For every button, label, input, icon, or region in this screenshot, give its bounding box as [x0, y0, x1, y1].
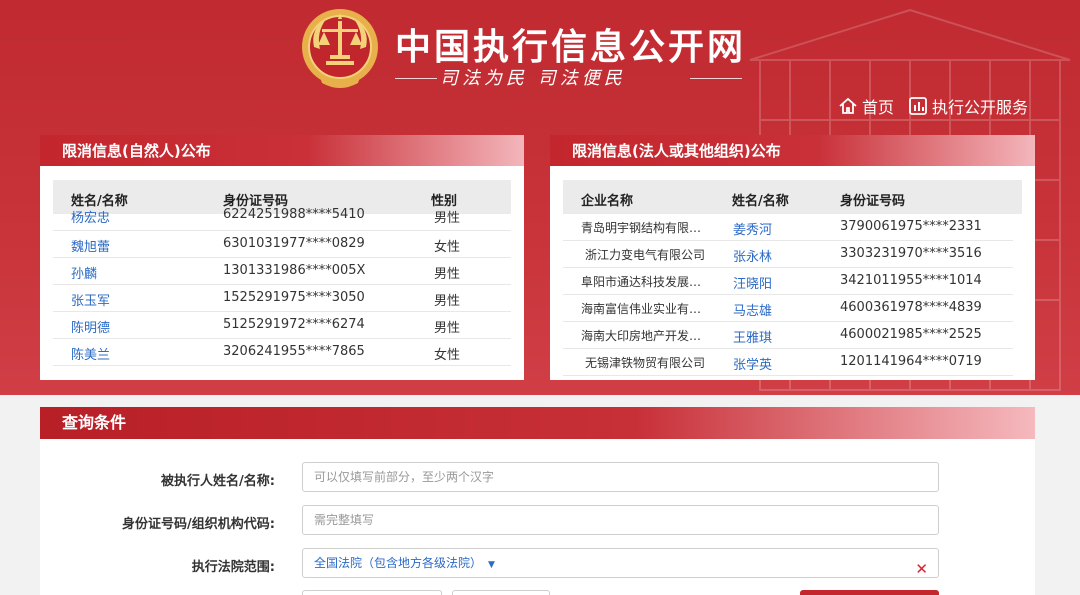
nav-home-label: 首页 [861, 98, 894, 117]
id-input[interactable]: 需完整填写 [302, 505, 939, 535]
id-number: 1301331986****005X [223, 263, 366, 278]
name-field-label: 被执行人姓名/名称: [161, 474, 275, 489]
panel-person-restriction: 限消信息(自然人)公布 姓名/名称 身份证号码 性别 杨宏忠 6224251988… [40, 135, 524, 380]
court-select[interactable]: 全国法院（包含地方各级法院） ▼ ✕ [302, 548, 939, 578]
court-emblem-icon [302, 9, 378, 88]
company-name: 海南大印房地产开发… [581, 329, 702, 343]
column-header: 身份证号码 [840, 194, 906, 209]
query-section-title: 查询条件 [40, 407, 1035, 439]
person-name-link[interactable]: 孙麟 [71, 263, 97, 282]
table-body: 杨宏忠 6224251988****5410 男性 魏旭蕾 6301031977****… [53, 207, 511, 366]
panel-title: 限消信息(自然人)公布 [40, 135, 524, 166]
table-row[interactable]: 青岛明宇钢结构有限… 姜秀河 3790061975****2331 [563, 214, 1013, 241]
company-name: 阜阳市通达科技发展… [581, 275, 702, 289]
next-button-edge [800, 590, 939, 595]
slogan: 司法为民 司法便民 [440, 68, 626, 89]
id-number: 4600361978****4839 [840, 300, 982, 315]
gender: 男性 [434, 211, 461, 226]
person-name-link[interactable]: 陈明德 [71, 317, 110, 336]
id-number: 3790061975****2331 [840, 219, 982, 234]
company-name: 无锡津铁物贸有限公司 [585, 356, 706, 370]
person-name-link[interactable]: 张玉军 [71, 290, 110, 309]
name-input[interactable]: 可以仅填写前部分，至少两个汉字 [302, 462, 939, 492]
person-name-link[interactable]: 张学英 [733, 354, 772, 373]
clear-icon[interactable]: ✕ [915, 555, 928, 583]
table-row[interactable]: 魏旭蕾 6301031977****0829 女性 [53, 231, 511, 258]
slogan-divider [690, 78, 742, 79]
next-field-edge [302, 590, 442, 595]
table-row[interactable]: 海南富信伟业实业有… 马志雄 4600361978****4839 [563, 295, 1013, 322]
table-row[interactable]: 张玉军 1525291975****3050 男性 [53, 285, 511, 312]
id-number: 3206241955****7865 [223, 344, 365, 359]
table-body: 青岛明宇钢结构有限… 姜秀河 3790061975****2331 浙江力变电气有限公… [563, 214, 1013, 376]
query-form: 被执行人姓名/名称: 可以仅填写前部分，至少两个汉字 身份证号码/组织机构代码:… [40, 439, 1035, 595]
company-name: 海南富信伟业实业有… [581, 302, 702, 316]
gender: 男性 [434, 267, 461, 282]
person-name-link[interactable]: 陈美兰 [71, 344, 110, 363]
company-name: 青岛明宇钢结构有限… [581, 221, 702, 235]
column-header: 企业名称 [581, 194, 634, 209]
gender: 男性 [434, 321, 461, 336]
person-name-link[interactable]: 汪晓阳 [733, 273, 772, 292]
person-name-link[interactable]: 马志雄 [733, 300, 772, 319]
person-name-link[interactable]: 姜秀河 [733, 219, 772, 238]
table-row[interactable]: 杨宏忠 6224251988****5410 男性 [53, 207, 511, 231]
top-nav: 首页 执行公开服务 [838, 94, 1028, 118]
slogan-divider [395, 78, 437, 79]
table-header: 企业名称 姓名/名称 身份证号码 [563, 180, 1022, 214]
column-header: 姓名/名称 [732, 194, 789, 209]
panel-org-restriction: 限消信息(法人或其他组织)公布 企业名称 姓名/名称 身份证号码 青岛明宇钢结构… [550, 135, 1035, 380]
table-row[interactable]: 陈明德 5125291972****6274 男性 [53, 312, 511, 339]
gender: 女性 [434, 240, 461, 255]
gender: 男性 [434, 294, 461, 309]
id-number: 6224251988****5410 [223, 207, 365, 222]
nav-execution-service-label: 执行公开服务 [931, 98, 1028, 117]
id-number: 3421011955****1014 [840, 273, 982, 288]
site-title: 中国执行信息公开网 [395, 26, 747, 68]
table-row[interactable]: 无锡津铁物贸有限公司 张学英 1201141964****0719 [563, 349, 1013, 376]
id-number: 6301031977****0829 [223, 236, 365, 251]
home-icon [839, 97, 857, 114]
table-row[interactable]: 海南大印房地产开发… 王雅琪 4600021985****2525 [563, 322, 1013, 349]
person-name-link[interactable]: 杨宏忠 [71, 207, 110, 226]
person-name-link[interactable]: 王雅琪 [733, 327, 772, 346]
id-number: 5125291972****6274 [223, 317, 365, 332]
panel-title: 限消信息(法人或其他组织)公布 [550, 135, 1035, 166]
id-number: 1201141964****0719 [840, 354, 982, 369]
court-field-label: 执行法院范围: [191, 560, 275, 575]
court-select-value: 全国法院（包含地方各级法院） [314, 556, 483, 570]
table-row[interactable]: 陈美兰 3206241955****7865 女性 [53, 339, 511, 366]
service-icon [909, 97, 927, 115]
nav-home[interactable]: 首页 [838, 94, 894, 118]
table-row[interactable]: 阜阳市通达科技发展… 汪晓阳 3421011955****1014 [563, 268, 1013, 295]
table-row[interactable]: 浙江力变电气有限公司 张永林 3303231970****3516 [563, 241, 1013, 268]
nav-execution-service[interactable]: 执行公开服务 [908, 94, 1028, 118]
id-field-label: 身份证号码/组织机构代码: [122, 517, 275, 532]
chevron-down-icon: ▼ [488, 560, 495, 570]
id-number: 1525291975****3050 [223, 290, 365, 305]
table-row[interactable]: 孙麟 1301331986****005X 男性 [53, 258, 511, 285]
id-number: 4600021985****2525 [840, 327, 982, 342]
next-field-edge [452, 590, 550, 595]
id-number: 3303231970****3516 [840, 246, 982, 261]
gender: 女性 [434, 348, 461, 363]
person-name-link[interactable]: 张永林 [733, 246, 772, 265]
person-name-link[interactable]: 魏旭蕾 [71, 236, 110, 255]
company-name: 浙江力变电气有限公司 [585, 248, 706, 262]
